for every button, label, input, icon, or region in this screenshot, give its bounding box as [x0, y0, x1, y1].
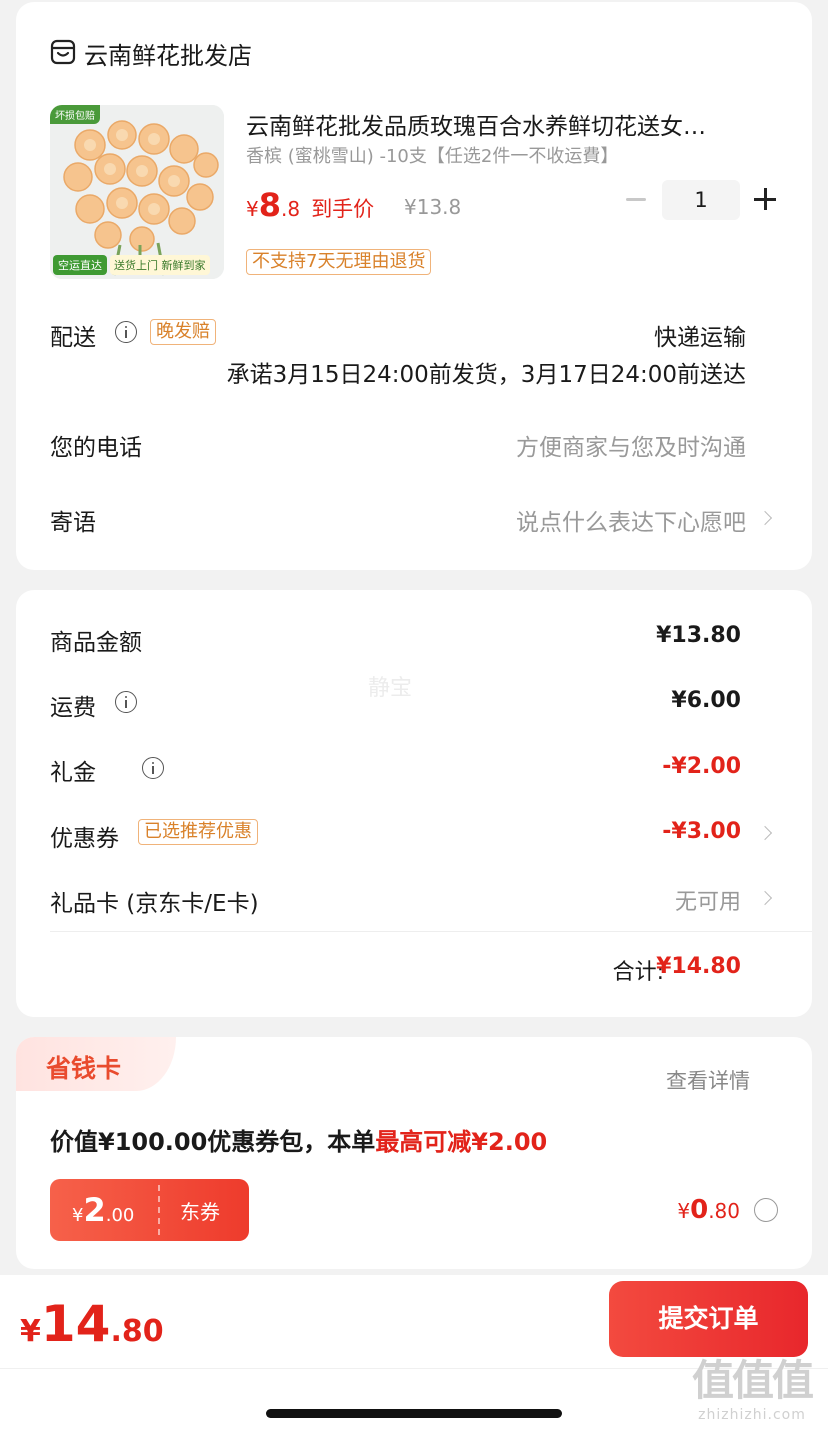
coupon-value[interactable]: -¥3.00 [662, 819, 741, 844]
delivery-label: 配送 [50, 325, 96, 351]
gift-money-label: 礼金 [50, 760, 96, 786]
savings-card-radio[interactable] [754, 1198, 778, 1222]
phone-input[interactable]: 方便商家与您及时沟通 [516, 428, 746, 462]
total-value: ¥14.80 [656, 954, 741, 979]
submit-order-button[interactable]: 提交订单 [609, 1281, 808, 1357]
savings-description: 价值¥100.00优惠券包，本单最高可减¥2.00 [50, 1128, 548, 1156]
coupon-ticket-label: 东券 [180, 1200, 220, 1224]
original-price: ¥13.8 [404, 195, 462, 219]
shipping-fee-label: 运费 [50, 695, 96, 721]
decrease-quantity-button[interactable] [626, 198, 646, 201]
shop-name[interactable]: 云南鲜花批发店 [84, 36, 252, 71]
summary-watermark: 静宝 [368, 676, 413, 701]
product-price: ¥8.8 到手价 [246, 186, 375, 224]
details-link[interactable]: 查看详情 [666, 1065, 750, 1095]
gift-card-value[interactable]: 无可用 [675, 884, 741, 916]
message-label: 寄语 [50, 510, 96, 536]
badge-air-shipping: 空运直达 [53, 255, 107, 275]
no-return-tag: 不支持7天无理由退货 [246, 249, 432, 275]
product-image[interactable]: 坏损包赔 空运直达 送货上门 新鲜到家 [50, 105, 224, 279]
summary-divider [50, 931, 812, 932]
gift-money-value: -¥2.00 [662, 754, 741, 779]
coupon-recommended-tag: 已选推荐优惠 [138, 819, 258, 845]
delivery-method[interactable]: 快递运输 [654, 318, 746, 352]
footer-total-price: ¥14.80 [20, 1295, 164, 1353]
late-delivery-compensation-tag: 晚发赔 [150, 319, 216, 345]
savings-card: 省钱卡 查看详情 价值¥100.00优惠券包，本单最高可减¥2.00 ¥2.00… [16, 1037, 812, 1269]
quantity-input[interactable]: 1 [662, 180, 740, 220]
coupon-chevron-right-icon[interactable] [757, 825, 773, 841]
delivery-info-icon[interactable] [115, 321, 137, 343]
message-chevron-right-icon [757, 510, 773, 526]
product-title[interactable]: 云南鲜花批发品质玫瑰百合水养鲜切花送女… [246, 107, 766, 141]
coupon-ticket[interactable]: ¥2.00 东券 [50, 1179, 249, 1241]
coupon-ticket-divider [158, 1185, 160, 1235]
coupon-label[interactable]: 优惠券 [50, 819, 119, 853]
price-summary-card: 静宝 商品金额 ¥13.80 运费 ¥6.00 礼金 -¥2.00 优惠券 已选… [16, 590, 812, 1017]
home-indicator [266, 1409, 562, 1418]
savings-card-price: ¥0.80 [677, 1195, 740, 1225]
bottom-bar: ¥14.80 提交订单 值值值 zhizhizhi.com [0, 1275, 828, 1435]
shipping-fee-value: ¥6.00 [671, 688, 741, 713]
gift-money-info-icon[interactable] [142, 757, 165, 779]
increase-quantity-button[interactable] [754, 188, 776, 210]
product-variant[interactable]: 香槟 (蜜桃雪山) -10支【任选2件一不收运費】 [246, 142, 618, 168]
site-watermark-logo: 值值值 [691, 1356, 814, 1405]
message-input[interactable]: 说点什么表达下心愿吧 [516, 503, 746, 537]
shipping-fee-info-icon[interactable] [115, 691, 137, 713]
shop-icon [50, 39, 76, 69]
site-watermark: 值值值 zhizhizhi.com [682, 1355, 822, 1423]
gift-card-label[interactable]: 礼品卡 (京东卡/E卡) [50, 884, 259, 918]
phone-label: 您的电话 [50, 435, 142, 461]
goods-amount-value: ¥13.80 [656, 623, 741, 648]
badge-door-delivery: 送货上门 新鲜到家 [110, 255, 210, 275]
shop-card: 云南鲜花批发店 坏损包赔 空运直达 送货上门 新鲜到家 云南鲜花批发品质玫瑰百合… [16, 2, 812, 570]
badge-damage-compensation: 坏损包赔 [50, 105, 100, 124]
goods-amount-label: 商品金额 [50, 630, 142, 656]
savings-card-title: 省钱卡 [46, 1054, 122, 1083]
site-watermark-url: zhizhizhi.com [698, 1407, 806, 1423]
rose-bouquet-illustration [50, 105, 224, 279]
gift-card-chevron-right-icon[interactable] [757, 890, 773, 906]
delivery-promise: 承诺3月15日24:00前发货，3月17日24:00前送达 [226, 362, 746, 388]
